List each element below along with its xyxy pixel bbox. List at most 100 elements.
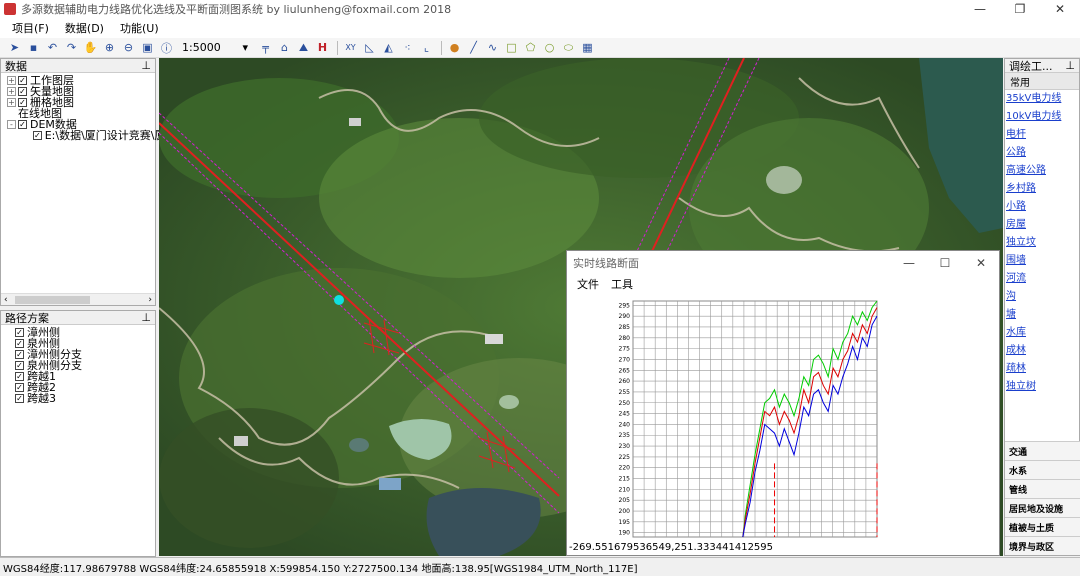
polygon-icon[interactable]: ⬠ (522, 40, 539, 56)
survey-link[interactable]: 塘 (1005, 306, 1079, 324)
pin-icon[interactable]: ⊥ (141, 59, 151, 72)
survey-link[interactable]: 水库 (1005, 324, 1079, 342)
survey-link[interactable]: 35kV电力线 (1005, 90, 1079, 108)
expand-icon[interactable]: + (7, 98, 16, 107)
y-tick-label: 260 (619, 378, 631, 385)
survey-link[interactable]: 小路 (1005, 198, 1079, 216)
survey-link[interactable]: 公路 (1005, 144, 1079, 162)
data-panel-scrollbar[interactable]: ‹ › (1, 293, 155, 305)
data-tree: + ✓ 工作图层 + ✓ 矢量地图 + ✓ 栅格地图 在线地图 - ✓ DEM数据 ✓ E:\数据\厦门设计… (1, 73, 165, 141)
profile-maximize-button[interactable]: ☐ (927, 251, 963, 275)
checkbox[interactable]: ✓ (15, 328, 24, 337)
checkbox[interactable]: ✓ (15, 383, 24, 392)
survey-link[interactable]: 沟 (1005, 288, 1079, 306)
scale-select[interactable]: 1:5000 ▾ (179, 40, 251, 56)
checkbox[interactable]: ✓ (15, 339, 24, 348)
survey-category[interactable]: 植被与土质 (1005, 517, 1080, 536)
checkbox[interactable]: ✓ (15, 361, 24, 370)
maximize-button[interactable]: ❐ (1000, 0, 1040, 18)
pin-icon[interactable]: ⊥ (1065, 59, 1075, 72)
collapse-icon[interactable]: - (7, 120, 16, 129)
checkbox[interactable]: ✓ (18, 98, 27, 107)
scatter-icon[interactable]: ⁖ (399, 40, 416, 56)
profile-menu-file[interactable]: 文件 (571, 276, 605, 292)
route-tree: ✓ 漳州侧 ✓ 泉州侧 ✓ 漳州侧分支 ✓ 泉州侧分支 ✓ 跨越1 ✓ 跨越2 ✓ 跨越3 (1, 325, 155, 404)
survey-link[interactable]: 10kV电力线 (1005, 108, 1079, 126)
survey-link[interactable]: 围墙 (1005, 252, 1079, 270)
checkbox[interactable]: ✓ (18, 87, 27, 96)
survey-link[interactable]: 独立坟 (1005, 234, 1079, 252)
expand-icon[interactable]: + (7, 76, 16, 85)
table-icon[interactable]: ▦ (579, 40, 596, 56)
tree-item[interactable]: ✓ E:\数据\厦门设计竞赛\厦 (7, 130, 165, 141)
info-icon[interactable]: ⓘ (158, 40, 175, 56)
app-icon (4, 3, 16, 15)
survey-link[interactable]: 独立树 (1005, 378, 1079, 396)
zoom-in-icon[interactable]: ⊕ (101, 40, 118, 56)
route-item[interactable]: ✓ 跨越3 (15, 393, 155, 404)
expand-icon[interactable]: + (7, 87, 16, 96)
survey-link[interactable]: 河流 (1005, 270, 1079, 288)
point-icon[interactable]: ● (446, 40, 463, 56)
profile-minimize-button[interactable]: — (891, 251, 927, 275)
checkbox[interactable]: ✓ (15, 350, 24, 359)
terrain-icon[interactable]: ⛰ (295, 40, 312, 56)
ellipse-icon[interactable]: ⬭ (560, 40, 577, 56)
h-tool-button[interactable]: H (314, 40, 331, 56)
pointer-icon[interactable]: ➤ (6, 40, 23, 56)
ruler-icon[interactable]: ◺ (361, 40, 378, 56)
y-tick-label: 200 (619, 508, 631, 515)
survey-category[interactable]: 水系 (1005, 460, 1080, 479)
survey-link[interactable]: 疏林 (1005, 360, 1079, 378)
survey-link[interactable]: 电杆 (1005, 126, 1079, 144)
survey-categories: 交通 水系 管线 居民地及设施 植被与土质 境界与政区 (1005, 441, 1080, 555)
xy-tool-button[interactable]: XY (342, 40, 359, 56)
scroll-right-icon[interactable]: › (148, 295, 152, 305)
profile-chart[interactable]: 190 195 200 205 210 215 220 225 230 235 240 245 250 2… (567, 297, 999, 541)
survey-category[interactable]: 境界与政区 (1005, 536, 1080, 555)
checkbox[interactable]: ✓ (18, 120, 27, 129)
menu-project[interactable]: 项目(F) (4, 20, 57, 36)
survey-link[interactable]: 房屋 (1005, 216, 1079, 234)
y-tick-label: 230 (619, 443, 631, 450)
save-icon[interactable]: ▪ (25, 40, 42, 56)
curve-icon[interactable]: ∿ (484, 40, 501, 56)
menu-function[interactable]: 功能(U) (112, 20, 167, 36)
survey-link[interactable]: 成林 (1005, 342, 1079, 360)
checkbox[interactable]: ✓ (18, 76, 27, 85)
toolbar: ➤ ▪ ↶ ↷ ✋ ⊕ ⊖ ▣ ⓘ 1:5000 ▾ ╤ ⌂ ⛰ H XY ◺ … (0, 38, 1080, 58)
checkbox[interactable]: ✓ (15, 394, 24, 403)
tab-common[interactable]: 常用 (1005, 73, 1079, 90)
pan-icon[interactable]: ✋ (82, 40, 99, 56)
profile-menu-tools[interactable]: 工具 (605, 276, 639, 292)
redo-icon[interactable]: ↷ (63, 40, 80, 56)
checkbox[interactable]: ✓ (15, 372, 24, 381)
profile-close-button[interactable]: ✕ (963, 251, 999, 275)
zoom-out-icon[interactable]: ⊖ (120, 40, 137, 56)
pin-icon[interactable]: ⊥ (141, 311, 151, 324)
survey-category[interactable]: 居民地及设施 (1005, 498, 1080, 517)
menu-data[interactable]: 数据(D) (57, 20, 112, 36)
survey-link[interactable]: 高速公路 (1005, 162, 1079, 180)
y-tick-label: 290 (619, 313, 631, 320)
line-icon[interactable]: ╱ (465, 40, 482, 56)
survey-category[interactable]: 管线 (1005, 479, 1080, 498)
survey-link[interactable]: 乡村路 (1005, 180, 1079, 198)
chart-dropdown-icon[interactable]: ⌞ (418, 40, 435, 56)
full-extent-icon[interactable]: ▣ (139, 40, 156, 56)
rectangle-icon[interactable]: □ (503, 40, 520, 56)
scroll-thumb[interactable] (15, 296, 90, 304)
area-chart-icon[interactable]: ◭ (380, 40, 397, 56)
scroll-left-icon[interactable]: ‹ (4, 295, 8, 305)
tower-icon[interactable]: ╤ (257, 40, 274, 56)
y-tick-label: 265 (619, 367, 631, 374)
route-panel-title: 路径方案 (5, 311, 49, 325)
window-title: 多源数据辅助电力线路优化选线及平断面测图系统 by liulunheng@fox… (21, 3, 452, 16)
minimize-button[interactable]: — (960, 0, 1000, 18)
close-button[interactable]: ✕ (1040, 0, 1080, 18)
survey-category[interactable]: 交通 (1005, 441, 1080, 460)
bridge-icon[interactable]: ⌂ (276, 40, 293, 56)
circle-icon[interactable]: ○ (541, 40, 558, 56)
checkbox[interactable]: ✓ (33, 131, 42, 140)
undo-icon[interactable]: ↶ (44, 40, 61, 56)
